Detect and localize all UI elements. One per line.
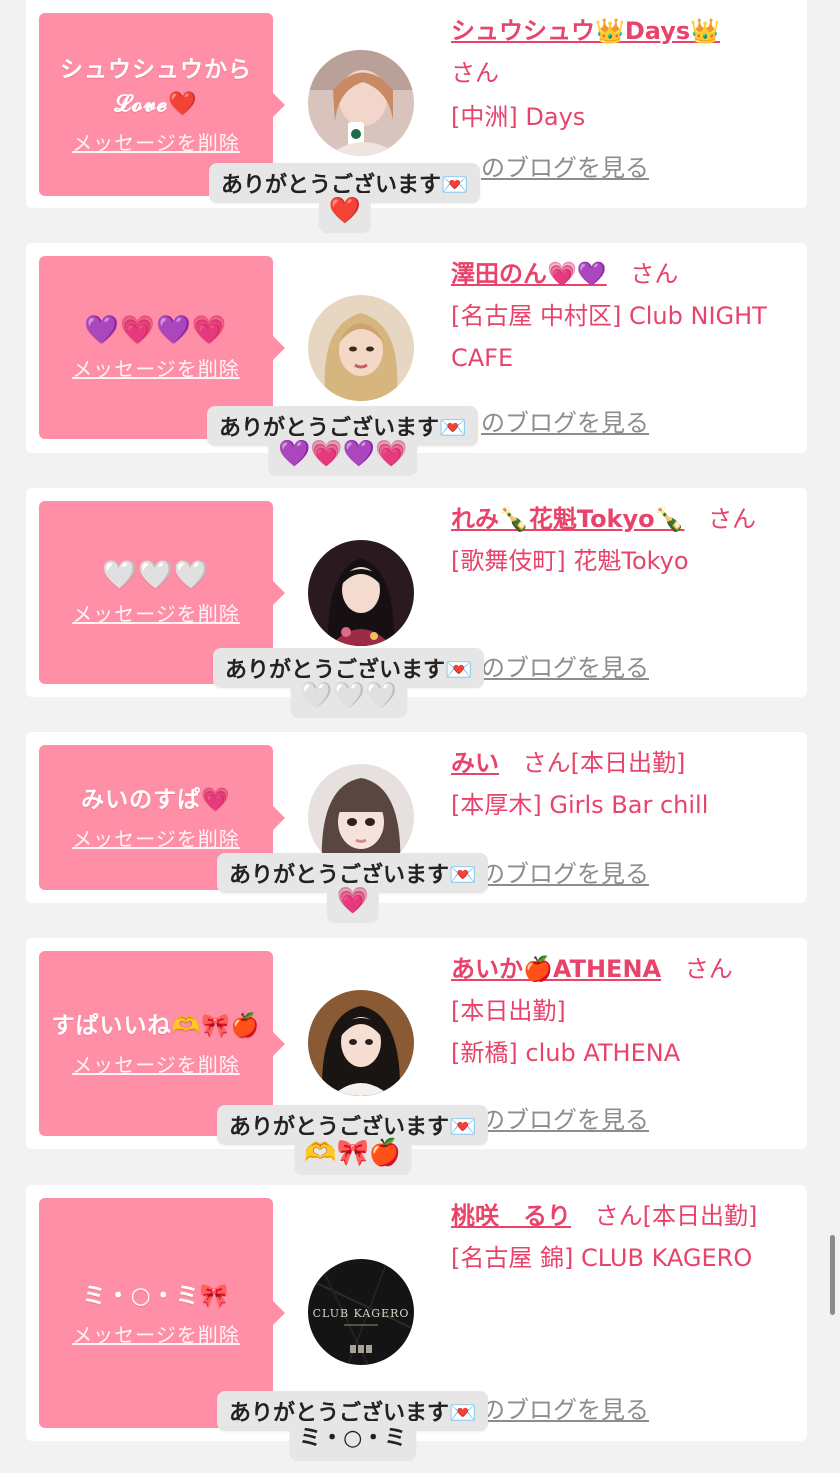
honorific: さん (451, 59, 499, 87)
shop-line: [名古屋 錦] CLUB KAGERO (451, 1237, 781, 1279)
shop-area: [中洲] (451, 103, 518, 131)
reply-emoji: ❤️ (318, 193, 371, 233)
work-status: [本日出勤] (642, 1202, 758, 1230)
shop-name: CLUB KAGERO (581, 1244, 753, 1272)
message-text: 💜💗💜💗 (84, 313, 228, 346)
cast-avatar[interactable] (308, 540, 414, 646)
shop-name: Days (525, 103, 586, 131)
scrollbar[interactable] (830, 1235, 835, 1315)
work-status: [本日出勤] (570, 749, 686, 777)
honorific: さん (522, 749, 571, 777)
message-text: すぱいいね🫶🎀🍎 (51, 1013, 261, 1039)
message-text: みいのすぱ💗 (81, 787, 231, 813)
reply-emoji: 🫶🎀🍎 (294, 1135, 412, 1175)
honorific: さん (684, 955, 733, 983)
club-kagero-logo-icon: CLUB KAGERO (308, 1259, 414, 1365)
view-blog-link[interactable]: のブログを見る (481, 854, 649, 889)
shop-area: [新橋] (451, 1039, 518, 1067)
delete-message-link[interactable]: メッセージを削除 (72, 823, 240, 852)
work-status: [本日出勤] (451, 997, 566, 1025)
woman-in-kimono-photo-icon (308, 540, 414, 646)
cast-name-link[interactable]: みい (451, 749, 499, 777)
delete-message-link[interactable]: メッセージを削除 (72, 353, 240, 382)
cast-info: シュウシュウ👑Days👑 さん [中洲] Days (451, 10, 781, 138)
shop-area: [名古屋 中村区] (451, 302, 622, 330)
view-blog-link[interactable]: のブログを見る (481, 648, 649, 683)
reply-emoji: ミ・○・ミ (289, 1421, 417, 1461)
cast-info: 澤田のん💗💜 さん [名古屋 中村区] Club NIGHT CAFE (451, 253, 781, 379)
reply-bubble: ありがとうございます💌 ❤️ (209, 163, 481, 233)
view-blog-link[interactable]: のブログを見る (481, 1390, 649, 1425)
message-text: 🤍🤍🤍 (102, 558, 210, 591)
reply-emoji: 💜💗💜💗 (267, 436, 418, 476)
message-feed: シュウシュウから𝓛𝓸𝓿𝓮❤️ メッセージを削除 シュウシュウ👑Days👑 さん … (0, 0, 840, 1473)
reply-emoji: 🤍🤍🤍 (290, 678, 408, 718)
view-blog-link[interactable]: のブログを見る (481, 403, 649, 438)
view-blog-link[interactable]: のブログを見る (481, 148, 649, 183)
shop-area: [名古屋 錦] (451, 1244, 574, 1272)
cast-info: みい さん[本日出勤] [本厚木] Girls Bar chill (451, 742, 781, 826)
shop-name: Girls Bar chill (549, 791, 709, 819)
shop-line: [中洲] Days (451, 96, 781, 138)
woman-with-coffee-photo-icon (308, 50, 414, 156)
shop-line: [歌舞伎町] 花魁Tokyo (451, 540, 781, 582)
cast-avatar[interactable]: CLUB KAGERO (308, 1259, 414, 1365)
message-text: シュウシュウから𝓛𝓸𝓿𝓮❤️ (60, 57, 252, 117)
reply-emoji: 💗 (326, 883, 379, 923)
dark-haired-woman-photo-icon (308, 990, 414, 1096)
delete-message-link[interactable]: メッセージを削除 (72, 1049, 240, 1078)
honorific: さん (594, 1202, 643, 1230)
delete-message-link[interactable]: メッセージを削除 (72, 598, 240, 627)
reply-bubble: ありがとうございます💌 🫶🎀🍎 (217, 1105, 489, 1175)
club-kagero-logo-text: CLUB KAGERO (313, 1307, 410, 1320)
cast-avatar[interactable] (308, 295, 414, 401)
cast-info: あいか🍎ATHENA さん [本日出勤] [新橋] club ATHENA (451, 948, 781, 1074)
view-blog-link[interactable]: のブログを見る (481, 1100, 649, 1135)
blonde-woman-photo-icon (308, 295, 414, 401)
cast-name-link[interactable]: れみ🍾花魁Tokyo🍾 (451, 505, 685, 533)
cast-info: 桃咲 るり さん[本日出勤] [名古屋 錦] CLUB KAGERO (451, 1195, 781, 1279)
cast-name-link[interactable]: 桃咲 るり (451, 1202, 571, 1230)
reply-bubble: ありがとうございます💌 💗 (217, 853, 489, 923)
cast-name-link[interactable]: 澤田のん💗💜 (451, 260, 607, 288)
delete-message-link[interactable]: メッセージを削除 (72, 1319, 240, 1348)
reply-bubble: ありがとうございます💌 ミ・○・ミ (217, 1391, 489, 1461)
cast-avatar[interactable] (308, 990, 414, 1096)
delete-message-link[interactable]: メッセージを削除 (72, 127, 240, 156)
cast-avatar[interactable] (308, 50, 414, 156)
shop-area: [本厚木] (451, 791, 542, 819)
shop-name: club ATHENA (525, 1039, 681, 1067)
shop-area: [歌舞伎町] (451, 547, 566, 575)
shop-line: [新橋] club ATHENA (451, 1032, 781, 1074)
message-text: ミ・○・ミ🎀 (82, 1282, 230, 1309)
shop-name: 花魁Tokyo (573, 547, 689, 575)
cast-name-link[interactable]: シュウシュウ👑Days👑 (451, 17, 720, 45)
cast-name-link[interactable]: あいか🍎ATHENA (451, 955, 661, 983)
reply-bubble: ありがとうございます💌 💜💗💜💗 (207, 406, 479, 476)
honorific: さん (708, 505, 757, 533)
shop-line: [本厚木] Girls Bar chill (451, 784, 781, 826)
cast-info: れみ🍾花魁Tokyo🍾 さん [歌舞伎町] 花魁Tokyo (451, 498, 781, 582)
honorific: さん (630, 260, 679, 288)
reply-bubble: ありがとうございます💌 🤍🤍🤍 (213, 648, 485, 718)
shop-line: [名古屋 中村区] Club NIGHT CAFE (451, 295, 781, 379)
